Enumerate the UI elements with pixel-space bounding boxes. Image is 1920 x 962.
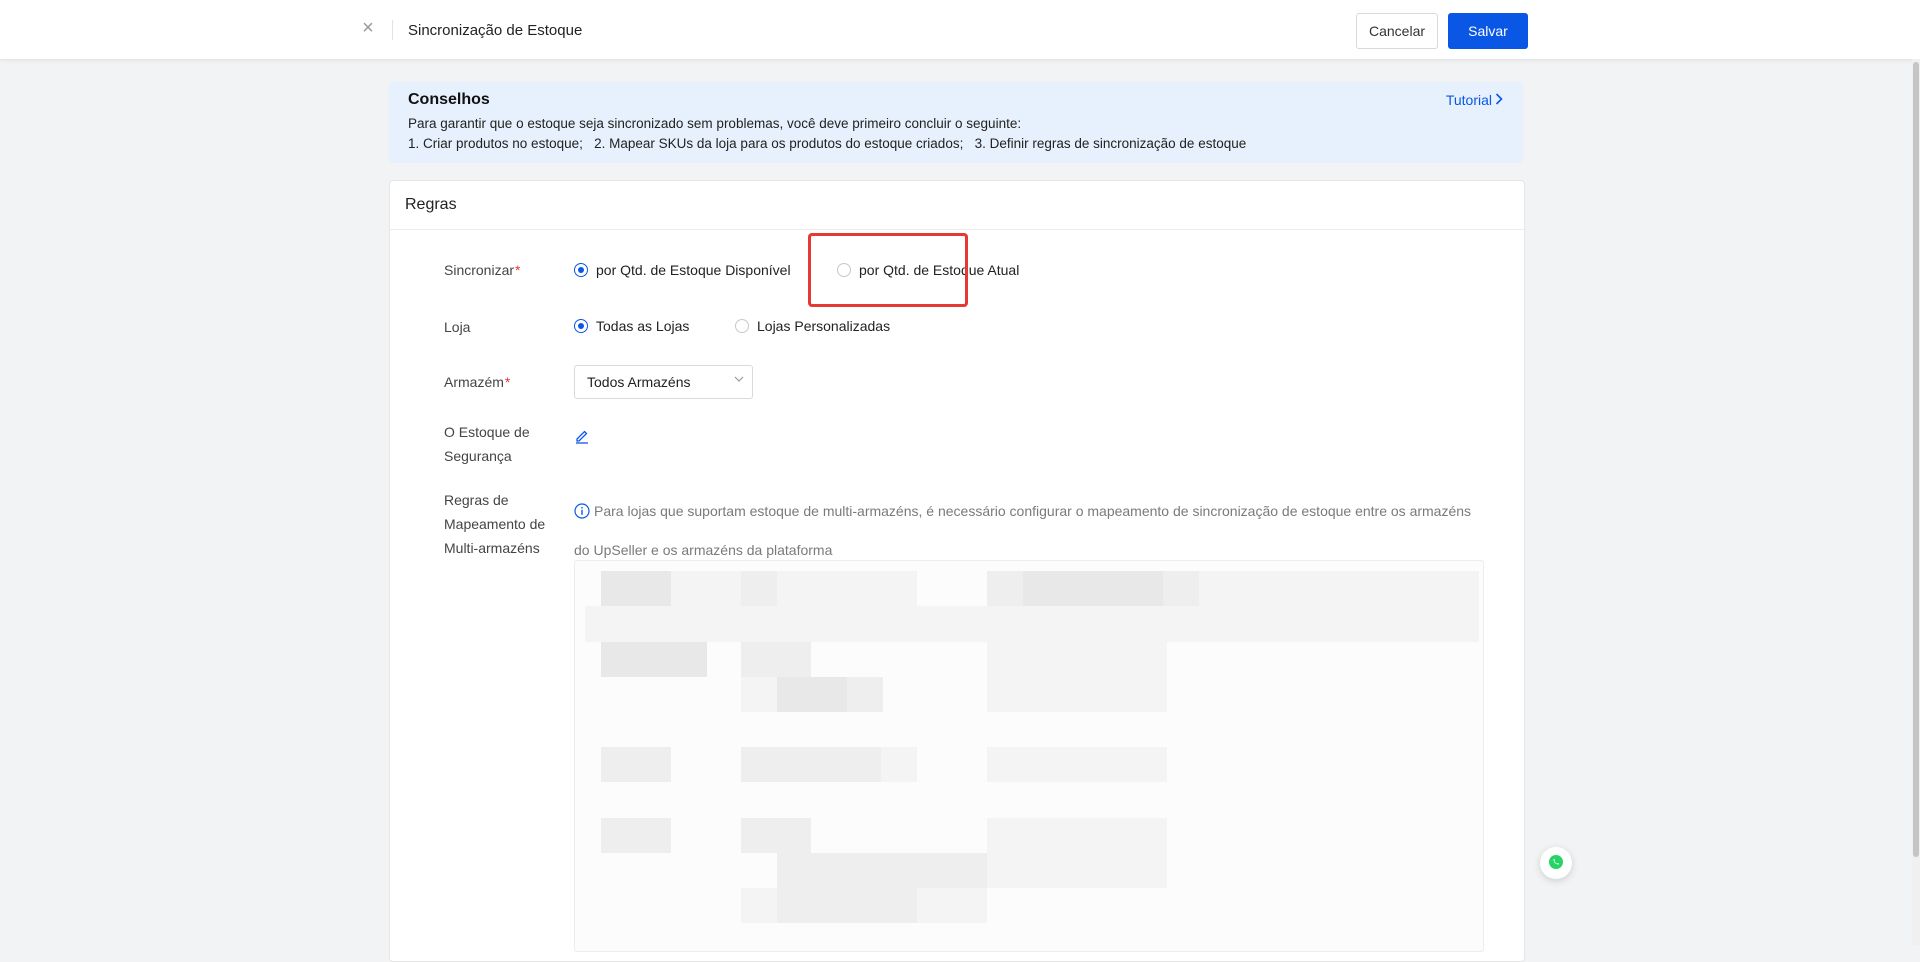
info-icon (574, 496, 590, 532)
blurred-block (1199, 571, 1479, 606)
blurred-block (987, 642, 1167, 712)
label-line: Mapeamento de (444, 516, 546, 532)
blurred-block (601, 571, 671, 606)
warehouse-label: Armazém* (444, 370, 510, 394)
required-mark: * (515, 262, 521, 278)
save-button[interactable]: Salvar (1448, 13, 1528, 49)
card-header: Regras (390, 181, 1524, 230)
sync-label-text: Sincronizar (444, 262, 515, 278)
radio-label: Todas as Lojas (596, 318, 690, 334)
select-value: Todos Armazéns (587, 374, 691, 390)
top-bar: × Sincronização de Estoque Cancelar Salv… (0, 0, 1920, 60)
whatsapp-icon (1548, 854, 1564, 873)
blurred-block (741, 747, 881, 782)
tips-text: Para garantir que o estoque seja sincron… (408, 116, 1022, 131)
blurred-block (777, 853, 987, 888)
radio-store-all[interactable]: Todas as Lojas (574, 318, 689, 334)
warehouse-label-text: Armazém (444, 374, 504, 390)
radio-dot (735, 319, 749, 333)
label-line: O Estoque de (444, 424, 530, 440)
highlight-box (808, 233, 968, 307)
divider (392, 20, 393, 40)
radio-dot-checked (574, 319, 588, 333)
blurred-block (671, 571, 741, 606)
label-line: Segurança (444, 448, 512, 464)
radio-dot-checked (574, 263, 588, 277)
radio-sync-available[interactable]: por Qtd. de Estoque Disponível (574, 262, 791, 278)
blurred-block (601, 747, 671, 782)
scrollbar-thumb[interactable] (1913, 62, 1919, 857)
blurred-block (987, 571, 1023, 606)
edit-pencil-icon[interactable] (574, 428, 590, 447)
mapping-label: Regras de Mapeamento de Multi-armazéns (444, 488, 545, 560)
tutorial-link[interactable]: Tutorial (1446, 92, 1503, 108)
blurred-block (601, 818, 671, 853)
blurred-block (585, 606, 1479, 642)
blurred-block (1093, 571, 1163, 606)
blurred-block (741, 642, 811, 677)
radio-label: por Qtd. de Estoque Disponível (596, 262, 791, 278)
tips-title: Conselhos (408, 91, 490, 108)
cancel-button[interactable]: Cancelar (1356, 13, 1438, 49)
sync-label: Sincronizar* (444, 258, 520, 282)
label-line: Regras de (444, 492, 509, 508)
chevron-down-icon (734, 374, 744, 387)
label-line: Multi-armazéns (444, 540, 540, 556)
radio-label: Lojas Personalizadas (757, 318, 891, 334)
blurred-block (741, 571, 777, 606)
blurred-block (777, 888, 917, 923)
card-title: Regras (405, 196, 457, 213)
safety-stock-label: O Estoque de Segurança (444, 420, 530, 468)
mapping-info: Para lojas que suportam estoque de multi… (574, 493, 1486, 568)
blurred-block (741, 677, 777, 712)
tutorial-label: Tutorial (1445, 92, 1492, 108)
tips-banner: Conselhos Tutorial Para garantir que o e… (389, 82, 1523, 163)
blurred-block (1023, 571, 1093, 606)
blurred-block (987, 747, 1167, 782)
mapping-info-text: Para lojas que suportam estoque de multi… (574, 503, 1472, 558)
blurred-block (741, 818, 811, 853)
blurred-block (847, 677, 883, 712)
blurred-block (881, 747, 917, 782)
mapping-table-blurred (574, 560, 1484, 952)
chevron-right-icon (1495, 92, 1503, 108)
whatsapp-chat-button[interactable] (1540, 847, 1572, 879)
radio-store-custom[interactable]: Lojas Personalizadas (735, 318, 890, 334)
close-icon[interactable]: × (357, 17, 379, 39)
blurred-block (777, 677, 847, 712)
required-mark: * (504, 374, 511, 390)
blurred-block (1163, 571, 1199, 606)
blurred-block (987, 818, 1167, 888)
blurred-block (777, 571, 917, 606)
store-label: Loja (444, 319, 471, 335)
blurred-block (601, 642, 707, 677)
tips-steps: 1. Criar produtos no estoque; 2. Mapear … (408, 136, 1247, 151)
page-title: Sincronização de Estoque (408, 22, 583, 39)
warehouse-select[interactable]: Todos Armazéns (574, 365, 753, 399)
